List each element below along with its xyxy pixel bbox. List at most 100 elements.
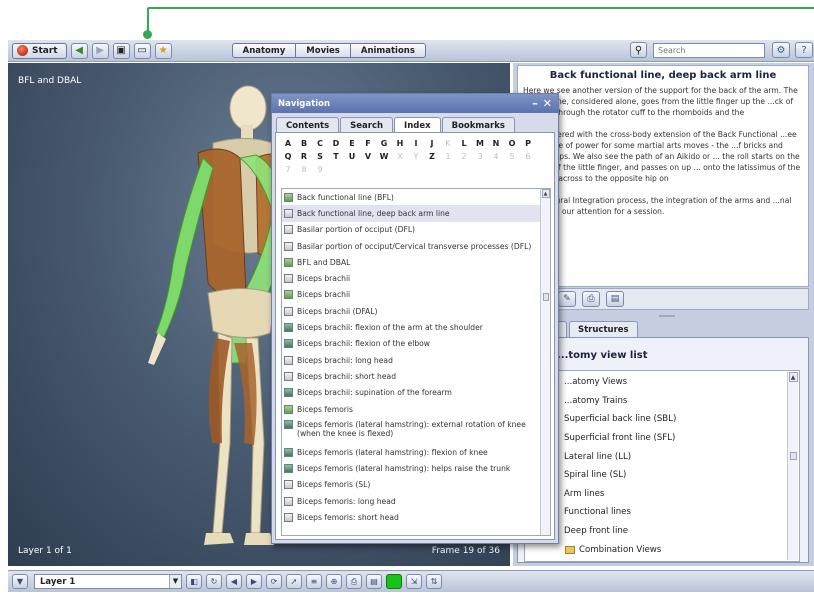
description-paragraph: Here we see another version of the suppo… [523, 86, 798, 117]
index-list-item[interactable]: BFL and DBAL [282, 254, 550, 270]
index-list-item[interactable]: Biceps femoris (lateral hamstring): exte… [282, 417, 550, 444]
fit-view-icon[interactable]: ⇲ [406, 574, 422, 589]
scroll-thumb[interactable] [542, 293, 549, 301]
zoom-icon[interactable]: ⊕ [326, 574, 342, 589]
alphabet-letter[interactable]: R [296, 152, 312, 161]
layers-stack-icon[interactable]: ≡ [306, 574, 322, 589]
alphabet-letter[interactable]: Z [424, 152, 440, 161]
close-icon[interactable]: ✕ [543, 97, 552, 110]
index-scrollbar[interactable]: ▲ [540, 189, 550, 535]
tree-item[interactable]: ...atomy Trains [525, 392, 799, 411]
alphabet-letter[interactable]: I [408, 139, 424, 148]
loop-icon[interactable]: ⟳ [266, 574, 282, 589]
tree-item[interactable]: Deep front line [525, 522, 799, 541]
save-icon[interactable]: ▤ [606, 291, 624, 307]
star-bookmark-icon[interactable]: ★ [154, 42, 172, 59]
alphabet-letter[interactable]: M [472, 139, 488, 148]
tree-item[interactable]: ...atomy Views [525, 373, 799, 392]
tab-anatomy[interactable]: Anatomy [231, 43, 297, 58]
home-icon[interactable]: ▣ [112, 42, 130, 59]
tree-item[interactable]: Arm lines [525, 485, 799, 504]
index-list-item[interactable]: Biceps femoris (lateral hamstring): flex… [282, 444, 550, 460]
alphabet-letter[interactable]: C [312, 139, 328, 148]
tree-item[interactable]: Spiral line (SL) [525, 466, 799, 485]
index-list-item[interactable]: Biceps brachii [282, 270, 550, 286]
index-list-item[interactable]: Basilar portion of occiput (DFL) [282, 222, 550, 238]
tree-item[interactable]: Muscle Atlas [525, 559, 799, 561]
alphabet-letter[interactable]: N [488, 139, 504, 148]
step-back-icon[interactable]: ◀ [226, 574, 242, 589]
help-icon[interactable]: ? [795, 42, 813, 58]
navigation-title-bar[interactable]: Navigation – ✕ [272, 94, 558, 113]
index-list-item[interactable]: Basilar portion of occiput/Cervical tran… [282, 238, 550, 254]
index-list-item[interactable]: Biceps femoris: long head [282, 493, 550, 509]
page-icon [284, 208, 293, 218]
alphabet-letter[interactable]: A [280, 139, 296, 148]
alphabet-letter[interactable]: O [504, 139, 520, 148]
alphabet-letter[interactable]: P [520, 139, 536, 148]
layer-select[interactable]: Layer 1 ▼ [34, 574, 182, 589]
eraser-icon[interactable]: ◧ [186, 574, 202, 589]
alphabet-letter[interactable]: U [344, 152, 360, 161]
tree-item[interactable]: Combination Views [525, 540, 799, 559]
tree-item[interactable]: Superficial back line (SBL) [525, 410, 799, 429]
alphabet-letter[interactable]: F [360, 139, 376, 148]
tab-animations[interactable]: Animations [349, 43, 426, 58]
tree-item[interactable]: Superficial front line (SFL) [525, 429, 799, 448]
minimize-icon[interactable]: – [532, 97, 538, 110]
alphabet-letter[interactable]: L [456, 139, 472, 148]
movie-thumbnail-icon [284, 339, 293, 349]
search-icon[interactable]: ⚲ [630, 42, 647, 58]
scroll-thumb[interactable] [789, 452, 797, 460]
index-list-item[interactable]: Biceps femoris (lateral hamstring): help… [282, 460, 550, 476]
index-list-item[interactable]: Biceps femoris [282, 401, 550, 417]
tree-scrollbar[interactable]: ▲ [787, 372, 798, 560]
alphabet-letter[interactable]: W [376, 152, 392, 161]
alphabet-letter[interactable]: G [376, 139, 392, 148]
index-list-item[interactable]: Biceps femoris: short head [282, 509, 550, 525]
pin-icon[interactable]: ✎ [558, 291, 576, 307]
start-button[interactable]: Start [12, 42, 67, 59]
index-list-item[interactable]: Biceps brachii: supination of the forear… [282, 385, 550, 401]
window-icon[interactable]: ▭ [133, 42, 151, 59]
pointer-icon[interactable]: ➚ [286, 574, 302, 589]
splitter-handle[interactable] [659, 315, 675, 317]
play-icon[interactable]: ▶ [246, 574, 262, 589]
alphabet-letter[interactable]: D [328, 139, 344, 148]
search-input[interactable] [653, 42, 765, 58]
tree-item[interactable]: Functional lines [525, 503, 799, 522]
index-list-item[interactable]: Biceps brachii: flexion of the arm at th… [282, 319, 550, 335]
alphabet-letter[interactable]: S [312, 152, 328, 161]
alphabet-letter[interactable]: J [424, 139, 440, 148]
layers-icon[interactable]: ▼ [12, 574, 28, 589]
index-list-item[interactable]: Back functional line (BFL) [282, 189, 550, 205]
alphabet-letter[interactable]: H [392, 139, 408, 148]
save-icon[interactable]: ▤ [366, 574, 382, 589]
index-list-item[interactable]: Biceps brachii (DFAL) [282, 303, 550, 319]
print-icon[interactable]: ⎙ [582, 291, 600, 307]
color-swatch-icon[interactable] [386, 574, 402, 589]
scroll-up-arrow-icon[interactable]: ▲ [541, 189, 550, 198]
print-icon[interactable]: ⎙ [346, 574, 362, 589]
index-list-item[interactable]: Biceps femoris (SL) [282, 477, 550, 493]
rotate-icon[interactable]: ↻ [206, 574, 222, 589]
reset-view-icon[interactable]: ⇅ [426, 574, 442, 589]
back-arrow-icon[interactable]: ◀ [70, 42, 88, 59]
settings-icon[interactable]: ⚙ [772, 42, 790, 58]
alphabet-letter[interactable]: E [344, 139, 360, 148]
tree-item[interactable]: Lateral line (LL) [525, 447, 799, 466]
alphabet-letter[interactable]: B [296, 139, 312, 148]
alphabet-letter[interactable]: Q [280, 152, 296, 161]
alphabet-letter[interactable]: V [360, 152, 376, 161]
scroll-up-arrow-icon[interactable]: ▲ [788, 372, 798, 382]
index-list-item[interactable]: Biceps brachii: long head [282, 352, 550, 368]
index-list-item[interactable]: Biceps brachii: short head [282, 368, 550, 384]
chevron-down-icon[interactable]: ▼ [169, 575, 181, 588]
tab-structures[interactable]: Structures [569, 321, 638, 337]
index-list-item[interactable]: Back functional line, deep back arm line [282, 205, 550, 222]
forward-arrow-icon[interactable]: ▶ [91, 42, 109, 59]
index-list-item[interactable]: Biceps brachii [282, 287, 550, 303]
tab-movies[interactable]: Movies [295, 43, 351, 58]
alphabet-letter[interactable]: T [328, 152, 344, 161]
index-list-item[interactable]: Biceps brachii: flexion of the elbow [282, 336, 550, 352]
